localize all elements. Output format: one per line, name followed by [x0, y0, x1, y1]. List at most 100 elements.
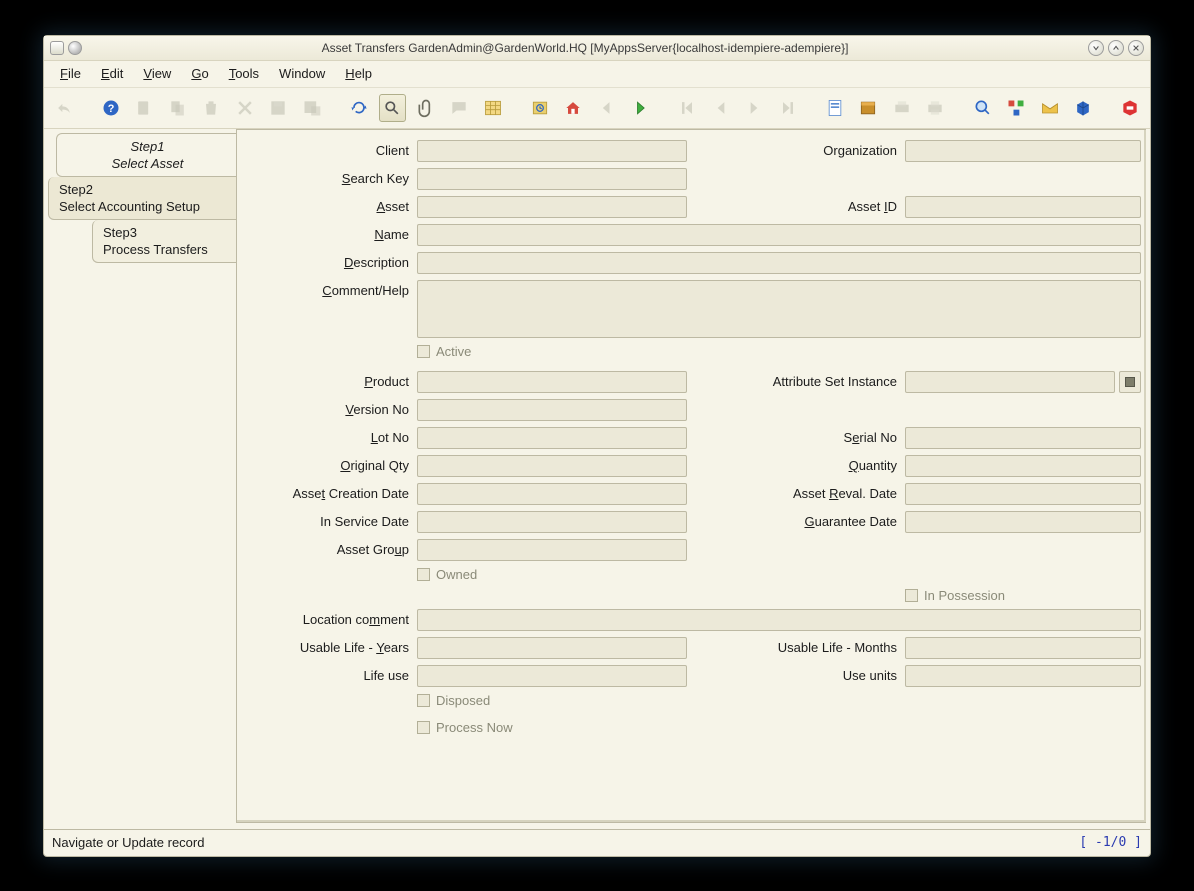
label-active: Active	[436, 344, 475, 359]
input-search-key[interactable]	[417, 168, 687, 190]
new-icon[interactable]	[131, 94, 158, 122]
checkbox-possession[interactable]	[905, 589, 918, 602]
report-icon[interactable]	[821, 94, 848, 122]
checkbox-active-row[interactable]: Active	[417, 344, 1141, 359]
menu-window[interactable]: Window	[269, 63, 335, 84]
input-lot[interactable]	[417, 427, 687, 449]
home-icon[interactable]	[560, 94, 587, 122]
step2-tab[interactable]: Step2 Select Accounting Setup	[48, 177, 236, 220]
label-organization: Organization	[691, 143, 901, 158]
input-loc-comment[interactable]	[417, 609, 1141, 631]
checkbox-owned[interactable]	[417, 568, 430, 581]
input-inservice[interactable]	[417, 511, 687, 533]
input-asset[interactable]	[417, 196, 687, 218]
chat-icon[interactable]	[445, 94, 472, 122]
request-icon[interactable]	[1036, 94, 1063, 122]
label-quantity: Quantity	[691, 458, 901, 473]
menu-go[interactable]: Go	[181, 63, 218, 84]
save-icon[interactable]	[264, 94, 291, 122]
menubar: File Edit View Go Tools Window Help	[44, 61, 1150, 88]
input-version[interactable]	[417, 399, 687, 421]
last-record-icon[interactable]	[774, 94, 801, 122]
attr-picker-button[interactable]	[1119, 371, 1141, 393]
end-icon[interactable]	[1116, 94, 1143, 122]
checkbox-owned-row[interactable]: Owned	[417, 567, 1141, 582]
window-menu-icon[interactable]	[50, 41, 64, 55]
input-reval[interactable]	[905, 483, 1141, 505]
input-serial[interactable]	[905, 427, 1141, 449]
checkbox-process-now-row[interactable]: Process Now	[417, 720, 1141, 735]
delete-selection-icon[interactable]	[231, 94, 258, 122]
help-icon[interactable]: ?	[97, 94, 124, 122]
input-ul-years[interactable]	[417, 637, 687, 659]
product-info-icon[interactable]	[1069, 94, 1096, 122]
titlebar: Asset Transfers GardenAdmin@GardenWorld.…	[44, 36, 1150, 61]
label-life-use: Life use	[243, 668, 413, 683]
label-name: Name	[243, 227, 413, 242]
history-icon[interactable]	[526, 94, 553, 122]
label-serial: Serial No	[691, 430, 901, 445]
checkbox-disposed[interactable]	[417, 694, 430, 707]
label-loc-comment: Location comment	[243, 612, 413, 627]
next-record-icon[interactable]	[741, 94, 768, 122]
menu-help[interactable]: Help	[335, 63, 382, 84]
window-close-button[interactable]	[1128, 40, 1144, 56]
menu-view[interactable]: View	[133, 63, 181, 84]
window-sticky-icon[interactable]	[68, 41, 82, 55]
menu-edit[interactable]: Edit	[91, 63, 133, 84]
checkbox-disposed-row[interactable]: Disposed	[417, 693, 1141, 708]
workflow-icon[interactable]	[1002, 94, 1029, 122]
grid-toggle-icon[interactable]	[479, 94, 506, 122]
label-possession: In Possession	[924, 588, 1009, 603]
delete-icon[interactable]	[198, 94, 225, 122]
save-new-icon[interactable]	[298, 94, 325, 122]
window-maximize-button[interactable]	[1108, 40, 1124, 56]
input-ul-months[interactable]	[905, 637, 1141, 659]
input-group[interactable]	[417, 539, 687, 561]
record-counter: [ -1/0 ]	[1079, 835, 1142, 850]
input-description[interactable]	[417, 252, 1141, 274]
checkbox-active[interactable]	[417, 345, 430, 358]
input-comment[interactable]	[417, 280, 1141, 338]
undo-icon[interactable]	[50, 94, 77, 122]
input-product[interactable]	[417, 371, 687, 393]
print-preview-icon[interactable]	[888, 94, 915, 122]
refresh-icon[interactable]	[345, 94, 372, 122]
label-attr: Attribute Set Instance	[691, 374, 901, 389]
attachment-icon[interactable]	[412, 94, 439, 122]
prev-record-icon[interactable]	[707, 94, 734, 122]
first-record-icon[interactable]	[674, 94, 701, 122]
input-creation[interactable]	[417, 483, 687, 505]
input-attr[interactable]	[905, 371, 1115, 393]
nav-forward-icon[interactable]	[626, 94, 653, 122]
label-guarantee: Guarantee Date	[691, 514, 901, 529]
input-guarantee[interactable]	[905, 511, 1141, 533]
print-icon[interactable]	[922, 94, 949, 122]
checkbox-possession-row[interactable]: In Possession	[905, 588, 1141, 603]
input-name[interactable]	[417, 224, 1141, 246]
checkbox-process-now[interactable]	[417, 721, 430, 734]
step1-tab[interactable]: Step1 Select Asset	[56, 133, 236, 177]
label-asset: Asset	[243, 199, 413, 214]
label-asset-id: Asset ID	[691, 199, 901, 214]
label-inservice: In Service Date	[243, 514, 413, 529]
menu-tools[interactable]: Tools	[219, 63, 269, 84]
window-minimize-button[interactable]	[1088, 40, 1104, 56]
input-asset-id[interactable]	[905, 196, 1141, 218]
label-ul-months: Usable Life - Months	[691, 640, 901, 655]
input-origqty[interactable]	[417, 455, 687, 477]
step3-tab[interactable]: Step3 Process Transfers	[92, 220, 236, 263]
input-use-units[interactable]	[905, 665, 1141, 687]
archive-icon[interactable]	[855, 94, 882, 122]
input-organization[interactable]	[905, 140, 1141, 162]
zoom-across-icon[interactable]	[969, 94, 996, 122]
input-quantity[interactable]	[905, 455, 1141, 477]
toolbar: ?	[44, 88, 1150, 129]
input-life-use[interactable]	[417, 665, 687, 687]
input-client[interactable]	[417, 140, 687, 162]
nav-back-icon[interactable]	[593, 94, 620, 122]
copy-icon[interactable]	[164, 94, 191, 122]
find-icon[interactable]	[379, 94, 406, 122]
menu-file[interactable]: File	[50, 63, 91, 84]
label-client: Client	[243, 143, 413, 158]
